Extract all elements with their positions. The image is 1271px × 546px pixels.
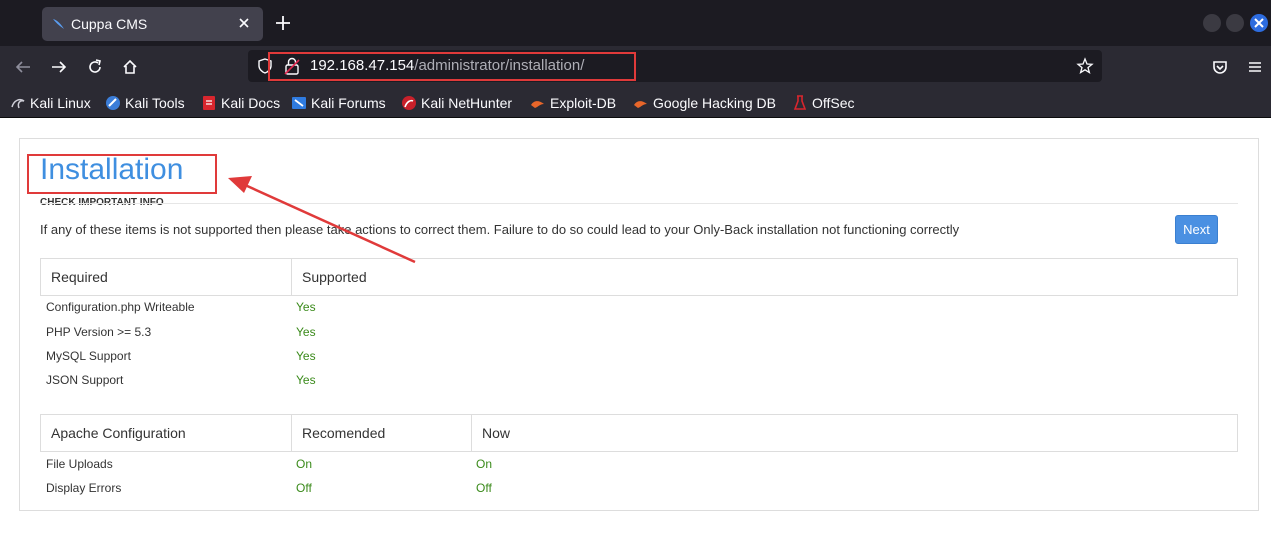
column-header: Required: [51, 269, 108, 285]
bookmark-item[interactable]: Google Hacking DB: [633, 93, 776, 113]
pocket-icon[interactable]: [1211, 58, 1229, 76]
bookmark-item[interactable]: Kali Tools: [105, 93, 185, 113]
bookmark-item[interactable]: Kali Docs: [201, 93, 280, 113]
maximize-window-button[interactable]: [1226, 14, 1244, 32]
setting-name: File Uploads: [46, 457, 113, 471]
close-tab-icon[interactable]: [235, 14, 253, 32]
bookmarks-toolbar: Kali Linux Kali Tools Kali Docs Kali For…: [0, 88, 1271, 118]
home-icon[interactable]: [121, 58, 139, 76]
back-icon[interactable]: [14, 58, 32, 76]
kali-tools-icon: [106, 96, 120, 110]
menu-icon[interactable]: [1246, 58, 1264, 76]
bookmark-item[interactable]: Exploit-DB: [530, 93, 616, 113]
kali-dragon-icon: [11, 98, 25, 109]
kali-forums-icon: [292, 97, 306, 109]
apache-table-header: Apache Configuration Recomended Now: [40, 414, 1238, 452]
reload-icon[interactable]: [86, 58, 104, 76]
requirement-name: MySQL Support: [46, 349, 131, 363]
requirement-status: Yes: [296, 373, 316, 387]
column-header: Apache Configuration: [51, 425, 186, 441]
bookmark-label: Kali Tools: [125, 95, 185, 111]
bookmark-label: Kali Forums: [311, 95, 386, 111]
offsec-icon: [793, 95, 807, 110]
divider: [40, 203, 1238, 204]
kali-nethunter-icon: [402, 96, 416, 110]
bookmark-item[interactable]: Kali NetHunter: [401, 93, 512, 113]
cuppa-favicon-icon: [53, 19, 64, 29]
requirement-name: JSON Support: [46, 373, 124, 387]
bookmark-item[interactable]: OffSec: [792, 93, 855, 113]
new-tab-icon[interactable]: [274, 14, 292, 32]
requirement-name: PHP Version >= 5.3: [46, 325, 152, 339]
kali-docs-icon: [203, 96, 215, 110]
bookmark-item[interactable]: Kali Linux: [10, 93, 91, 113]
bookmark-label: OffSec: [812, 95, 855, 111]
url-annotation-box: [268, 52, 636, 81]
column-header: Now: [471, 415, 1237, 451]
current-value: On: [476, 457, 493, 471]
column-header: Supported: [291, 259, 1237, 295]
tab-title: Cuppa CMS: [71, 16, 148, 32]
bookmark-star-icon[interactable]: [1076, 57, 1094, 75]
info-text: If any of these items is not supported t…: [40, 222, 960, 237]
recommended-value: On: [296, 457, 313, 471]
close-window-icon: [1254, 18, 1264, 28]
setting-name: Display Errors: [46, 481, 122, 495]
exploit-db-icon: [531, 101, 544, 108]
minimize-window-button[interactable]: [1203, 14, 1221, 32]
bookmark-label: Kali NetHunter: [421, 95, 513, 111]
bookmark-label: Google Hacking DB: [653, 95, 776, 111]
bookmark-label: Kali Docs: [221, 95, 281, 111]
bookmark-label: Exploit-DB: [550, 95, 617, 111]
column-header: Recomended: [291, 415, 471, 451]
browser-tab[interactable]: Cuppa CMS: [42, 7, 263, 41]
requirement-name: Configuration.php Writeable: [46, 300, 195, 314]
ghdb-icon: [634, 101, 647, 108]
current-value: Off: [476, 481, 492, 495]
title-annotation-box: [27, 154, 217, 194]
close-window-button[interactable]: [1250, 14, 1268, 32]
next-button[interactable]: Next: [1175, 215, 1218, 244]
requirement-status: Yes: [296, 300, 316, 314]
bookmark-label: Kali Linux: [30, 95, 91, 111]
requirement-status: Yes: [296, 325, 316, 339]
tab-bar: Cuppa CMS: [0, 0, 1271, 46]
forward-icon[interactable]: [50, 58, 68, 76]
recommended-value: Off: [296, 481, 312, 495]
bookmark-item[interactable]: Kali Forums: [291, 93, 386, 113]
requirement-status: Yes: [296, 349, 316, 363]
requirements-table-header: Required Supported: [40, 258, 1238, 296]
